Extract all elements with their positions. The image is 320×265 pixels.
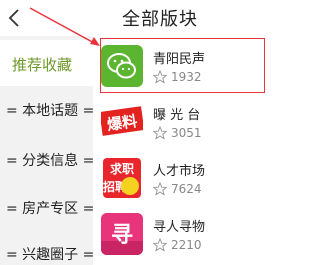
lost-found-icon: 寻 (101, 213, 143, 255)
sidebar-item-interest-circles[interactable]: = 兴趣圈子 = (0, 236, 95, 265)
favorite-count: 3051 (171, 126, 202, 140)
favorite-count: 7624 (171, 182, 202, 196)
sidebar-item-label: = 本地话题 = (6, 103, 95, 119)
top-bar: 全部版块 (0, 0, 320, 36)
favorite-count: 2210 (171, 238, 202, 252)
sidebar-item-real-estate[interactable]: = 房产专区 = (0, 190, 95, 224)
sidebar-item-label: = 分类信息 = (6, 153, 95, 169)
recruitment-icon: 求职 招聘 (101, 157, 143, 199)
recruitment-icon-text-top: 求职 (110, 161, 134, 176)
star-icon[interactable] (153, 182, 167, 196)
board-item-lost-and-found[interactable]: 寻 寻人寻物 2210 (93, 207, 320, 263)
category-sidebar: 推荐收藏 = 本地话题 = = 分类信息 = = 房产专区 = = 兴趣圈子 = (0, 36, 95, 265)
board-name: 曝 光 台 (153, 108, 201, 123)
board-name: 寻人寻物 (153, 220, 206, 235)
lost-found-icon-text: 寻 (111, 223, 133, 248)
baoliao-icon: 爆料 (101, 101, 143, 143)
sidebar-item-label: = 兴趣圈子 = (6, 247, 95, 263)
sidebar-item-recommended[interactable]: 推荐收藏 (0, 40, 93, 86)
sidebar-item-local-topics[interactable]: = 本地话题 = (0, 92, 95, 126)
board-item-talent-market[interactable]: 求职 招聘 人才市场 7624 (93, 151, 320, 207)
sidebar-item-label: = 房产专区 = (6, 201, 95, 217)
sidebar-item-classifieds[interactable]: = 分类信息 = (0, 142, 95, 176)
board-name: 人才市场 (153, 164, 206, 179)
star-icon[interactable] (153, 126, 167, 140)
highlight-box (100, 38, 265, 93)
page-title: 全部版块 (122, 9, 198, 30)
star-icon[interactable] (153, 238, 167, 252)
board-item-baoguangtai[interactable]: 爆料 曝 光 台 3051 (93, 95, 320, 151)
sidebar-item-label: 推荐收藏 (12, 56, 73, 74)
